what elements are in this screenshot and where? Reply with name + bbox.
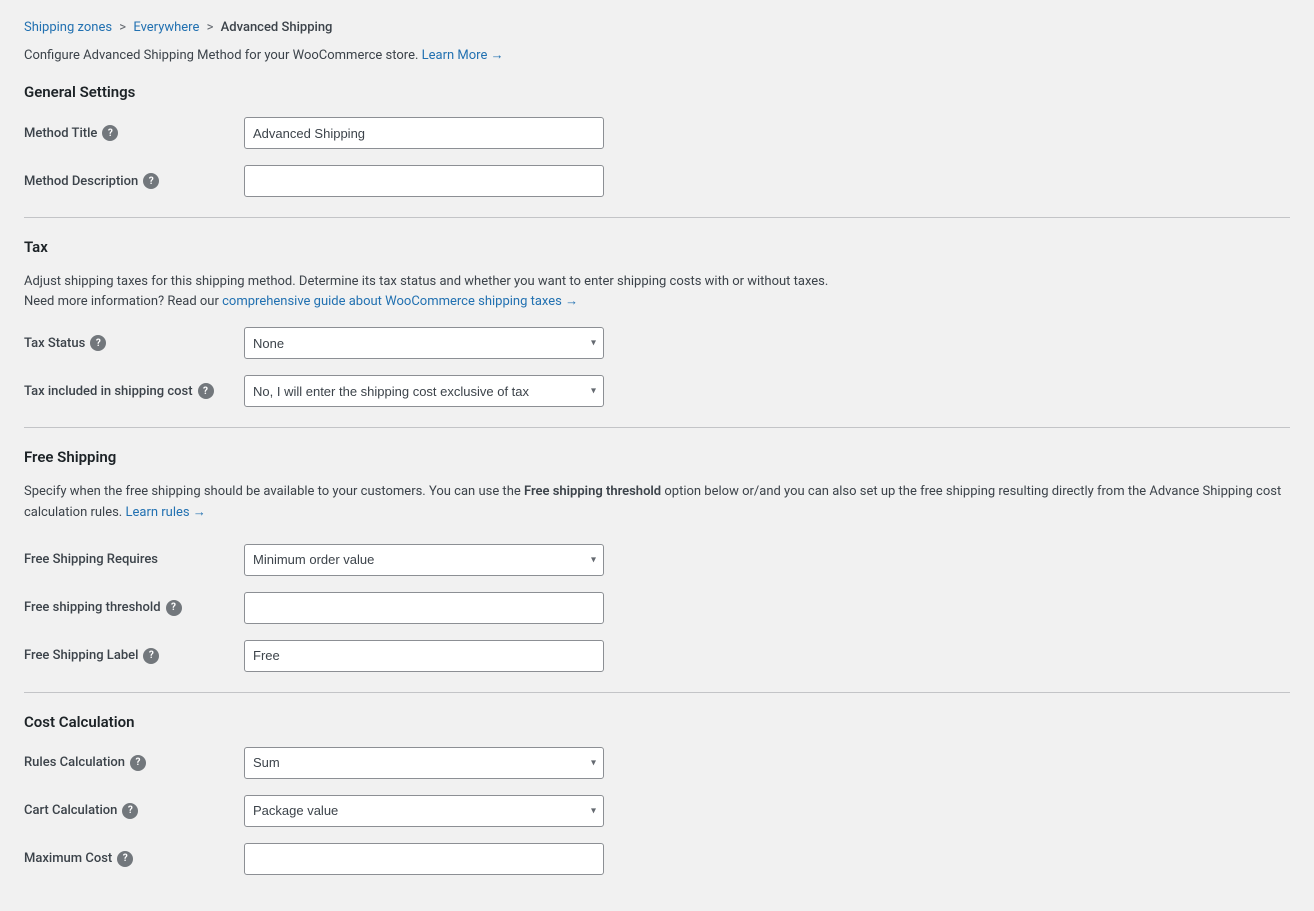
method-description-row: Method Description ? (24, 165, 1290, 197)
rules-calculation-row: Rules Calculation ? Sum Average Minimum … (24, 747, 1290, 779)
method-title-row: Method Title ? (24, 117, 1290, 149)
maximum-cost-label: Maximum Cost ? (24, 851, 244, 867)
free-shipping-threshold-label: Free shipping threshold ? (24, 600, 244, 616)
tax-status-select[interactable]: None Taxable Not taxable (244, 327, 604, 359)
divider-1 (24, 217, 1290, 218)
cart-calculation-label: Cart Calculation ? (24, 803, 244, 819)
free-shipping-threshold-row: Free shipping threshold ? (24, 592, 1290, 624)
maximum-cost-help-icon[interactable]: ? (117, 851, 133, 867)
subtitle-text: Configure Advanced Shipping Method for y… (24, 48, 418, 63)
free-shipping-label-label: Free Shipping Label ? (24, 648, 244, 664)
tax-status-row: Tax Status ? None Taxable Not taxable ▾ (24, 327, 1290, 359)
maximum-cost-input[interactable] (244, 843, 604, 875)
cart-calculation-select-wrapper: Package value Cart value ▾ (244, 795, 604, 827)
breadcrumb: Shipping zones > Everywhere > Advanced S… (24, 20, 1290, 35)
method-description-help-icon[interactable]: ? (143, 173, 159, 189)
breadcrumb-everywhere[interactable]: Everywhere (133, 20, 199, 35)
free-shipping-threshold-bold: Free shipping threshold (524, 484, 661, 499)
free-shipping-requires-select[interactable]: Minimum order value Coupon Minimum order… (244, 544, 604, 576)
free-shipping-label-input[interactable] (244, 640, 604, 672)
breadcrumb-sep-1: > (119, 20, 126, 35)
rules-calculation-select[interactable]: Sum Average Minimum Maximum (244, 747, 604, 779)
breadcrumb-sep-2: > (207, 20, 214, 35)
free-shipping-description: Specify when the free shipping should be… (24, 482, 1290, 524)
rules-calculation-help-icon[interactable]: ? (130, 755, 146, 771)
tax-description: Adjust shipping taxes for this shipping … (24, 272, 1290, 311)
rules-calculation-label: Rules Calculation ? (24, 755, 244, 771)
free-shipping-threshold-help-icon[interactable]: ? (166, 600, 182, 616)
method-title-help-icon[interactable]: ? (102, 125, 118, 141)
cart-calculation-help-icon[interactable]: ? (122, 803, 138, 819)
method-title-label: Method Title ? (24, 125, 244, 141)
free-shipping-requires-select-wrapper: Minimum order value Coupon Minimum order… (244, 544, 604, 576)
tax-status-help-icon[interactable]: ? (90, 335, 106, 351)
free-shipping-learn-rules-link[interactable]: Learn rules → (125, 505, 205, 520)
tax-guide-link[interactable]: comprehensive guide about WooCommerce sh… (222, 294, 578, 309)
rules-calculation-select-wrapper: Sum Average Minimum Maximum ▾ (244, 747, 604, 779)
page-subtitle: Configure Advanced Shipping Method for y… (24, 47, 1290, 63)
tax-status-select-wrapper: None Taxable Not taxable ▾ (244, 327, 604, 359)
free-shipping-label-help-icon[interactable]: ? (143, 648, 159, 664)
cost-calculation-title: Cost Calculation (24, 713, 1290, 731)
breadcrumb-shipping-zones[interactable]: Shipping zones (24, 20, 112, 35)
tax-included-row: Tax included in shipping cost ? No, I wi… (24, 375, 1290, 407)
free-shipping-requires-label: Free Shipping Requires (24, 552, 244, 567)
general-settings-title: General Settings (24, 83, 1290, 101)
breadcrumb-current: Advanced Shipping (221, 20, 333, 35)
free-shipping-title: Free Shipping (24, 448, 1290, 466)
tax-included-select-wrapper: No, I will enter the shipping cost exclu… (244, 375, 604, 407)
free-shipping-requires-row: Free Shipping Requires Minimum order val… (24, 544, 1290, 576)
tax-included-help-icon[interactable]: ? (198, 383, 214, 399)
method-description-input[interactable] (244, 165, 604, 197)
cart-calculation-select[interactable]: Package value Cart value (244, 795, 604, 827)
method-title-input[interactable] (244, 117, 604, 149)
cart-calculation-row: Cart Calculation ? Package value Cart va… (24, 795, 1290, 827)
divider-3 (24, 692, 1290, 693)
maximum-cost-row: Maximum Cost ? (24, 843, 1290, 875)
tax-included-select[interactable]: No, I will enter the shipping cost exclu… (244, 375, 604, 407)
tax-status-label: Tax Status ? (24, 335, 244, 351)
divider-2 (24, 427, 1290, 428)
method-description-label: Method Description ? (24, 173, 244, 189)
tax-title: Tax (24, 238, 1290, 256)
free-shipping-label-row: Free Shipping Label ? (24, 640, 1290, 672)
tax-included-label: Tax included in shipping cost ? (24, 383, 244, 399)
learn-more-link[interactable]: Learn More → (422, 48, 504, 63)
free-shipping-threshold-input[interactable] (244, 592, 604, 624)
